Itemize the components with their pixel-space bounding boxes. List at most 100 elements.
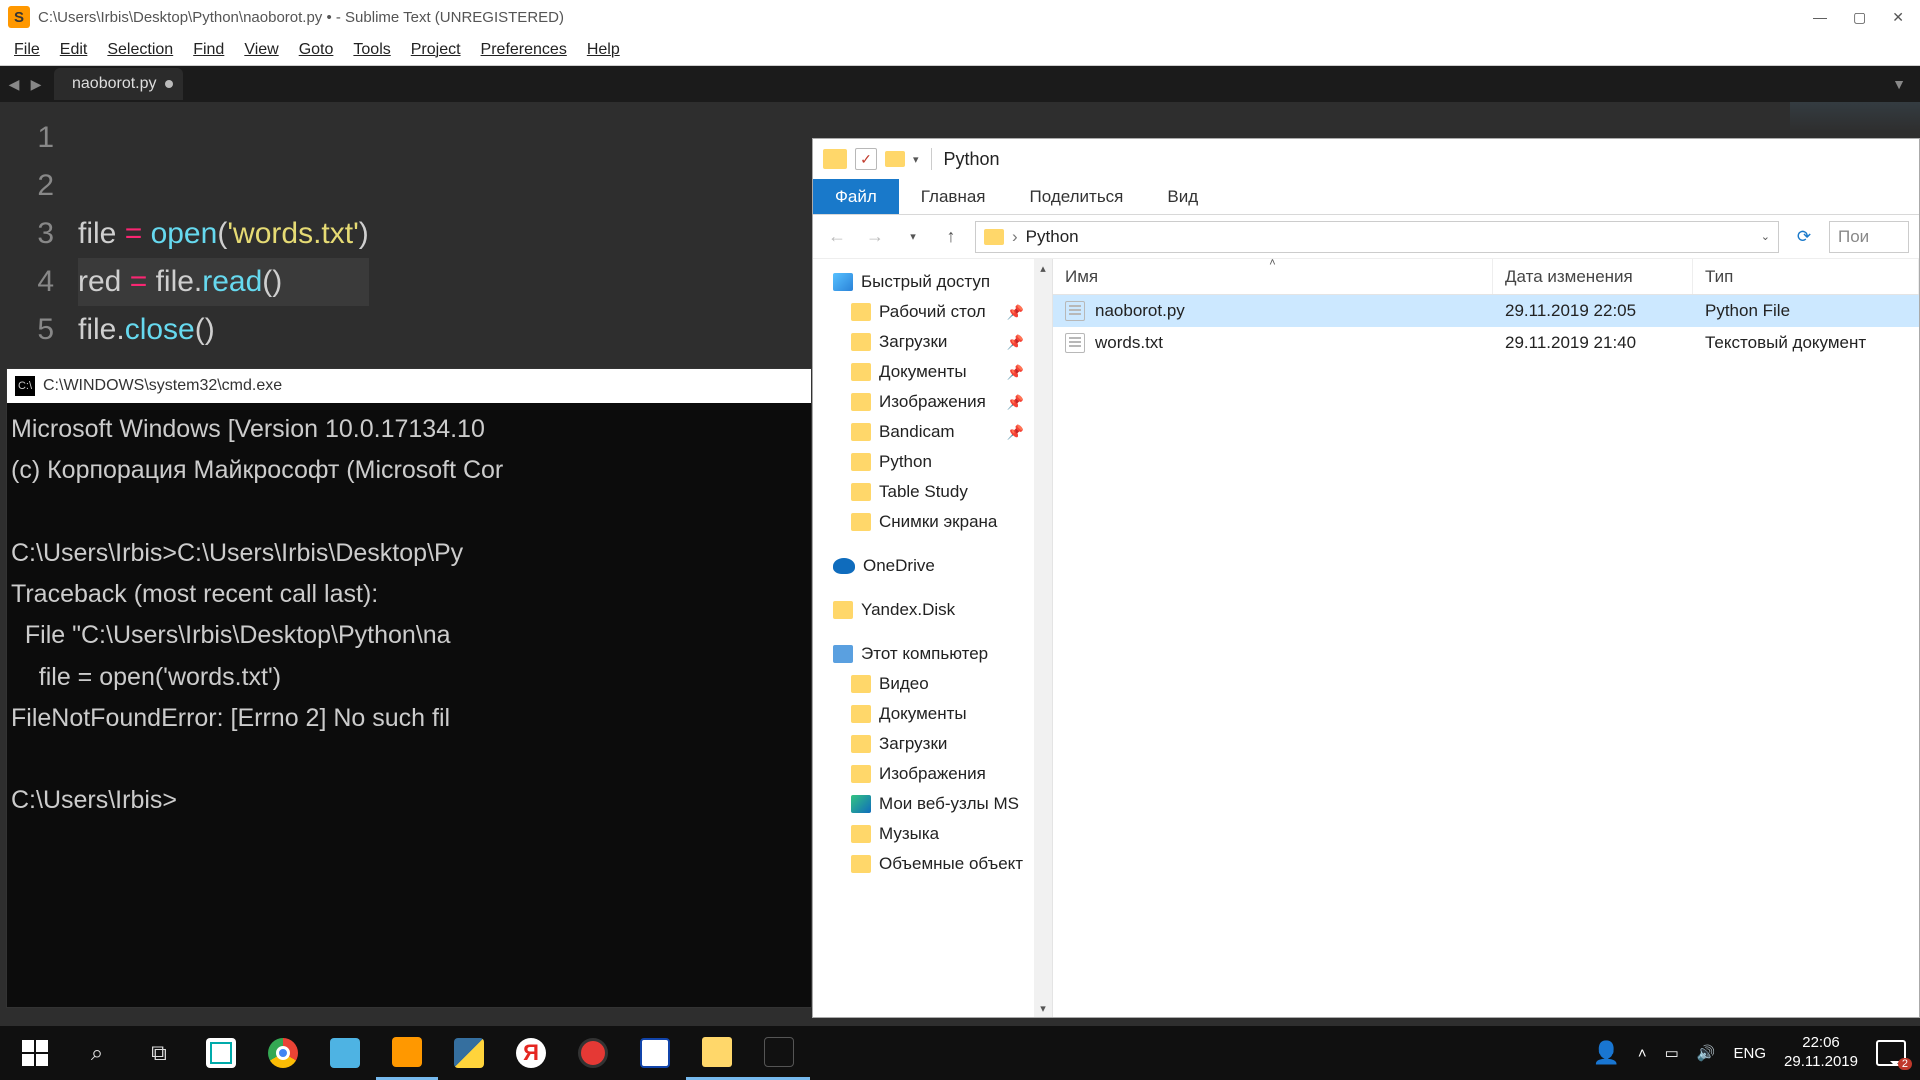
menu-file[interactable]: File	[6, 37, 48, 63]
tree-screenshots[interactable]: Снимки экрана	[813, 507, 1052, 537]
menu-preferences[interactable]: Preferences	[473, 37, 575, 63]
minimap[interactable]	[1790, 102, 1920, 132]
minimize-button[interactable]: —	[1813, 9, 1827, 26]
tree-python[interactable]: Python	[813, 447, 1052, 477]
menu-help[interactable]: Help	[579, 37, 628, 63]
nav-tree[interactable]: Быстрый доступ Рабочий стол📌 Загрузки📌 Д…	[813, 259, 1053, 1017]
menu-tools[interactable]: Tools	[345, 37, 398, 63]
sublime-titlebar[interactable]: C:\Users\Irbis\Desktop\Python\naoborot.p…	[0, 0, 1920, 34]
tree-onedrive[interactable]: OneDrive	[813, 551, 1052, 581]
folder-icon	[851, 363, 871, 381]
list-header[interactable]: ˄Имя Дата изменения Тип	[1053, 259, 1919, 295]
tray-overflow-icon[interactable]: ˄	[1638, 1045, 1647, 1062]
tree-music[interactable]: Музыка	[813, 819, 1052, 849]
start-button[interactable]	[4, 1026, 66, 1080]
tree-desktop[interactable]: Рабочий стол📌	[813, 297, 1052, 327]
task-view-button[interactable]: ⧉	[128, 1026, 190, 1080]
crumb-folder-icon	[984, 229, 1004, 245]
ribbon-tab-file[interactable]: Файл	[813, 179, 899, 214]
tree-quick-access[interactable]: Быстрый доступ	[813, 267, 1052, 297]
folder-icon	[851, 825, 871, 843]
tree-table-study[interactable]: Table Study	[813, 477, 1052, 507]
yandex-button[interactable]: Я	[500, 1026, 562, 1080]
menu-goto[interactable]: Goto	[291, 37, 342, 63]
ribbon-tab-share[interactable]: Поделиться	[1008, 179, 1146, 214]
pin-icon: 📌	[1007, 304, 1024, 321]
tree-bandicam[interactable]: Bandicam📌	[813, 417, 1052, 447]
menu-find[interactable]: Find	[185, 37, 232, 63]
tab-overflow-icon[interactable]: ▼	[1892, 76, 1916, 92]
cmd-title-text: C:\WINDOWS\system32\cmd.exe	[43, 377, 282, 395]
tree-this-pc[interactable]: Этот компьютер	[813, 639, 1052, 669]
tab-nav-fwd-icon[interactable]: ▶	[26, 74, 46, 94]
crumb-current[interactable]: Python	[1026, 227, 1079, 247]
system-tray: 👤 ˄ ▭ 🔊 ENG 22:06 29.11.2019 2	[1592, 1034, 1916, 1072]
col-type[interactable]: Тип	[1693, 259, 1919, 294]
explorer-taskbar-button[interactable]	[686, 1026, 748, 1080]
menu-selection[interactable]: Selection	[99, 37, 181, 63]
tree-pictures2[interactable]: Изображения	[813, 759, 1052, 789]
refresh-icon[interactable]: ⟳	[1789, 222, 1819, 252]
title-dropdown-icon[interactable]: ▾	[913, 153, 919, 166]
ribbon-tab-view[interactable]: Вид	[1145, 179, 1220, 214]
search-button[interactable]: ⌕	[66, 1026, 128, 1080]
sublime-taskbar-button[interactable]	[376, 1026, 438, 1080]
language-indicator[interactable]: ENG	[1734, 1045, 1767, 1062]
menu-edit[interactable]: Edit	[52, 37, 96, 63]
crumb-dropdown-icon[interactable]: ⌄	[1761, 230, 1770, 243]
folder-icon	[851, 735, 871, 753]
maximize-button[interactable]: ▢	[1853, 9, 1866, 26]
search-box[interactable]: Пои	[1829, 221, 1909, 253]
store-button[interactable]	[190, 1026, 252, 1080]
file-row[interactable]: naoborot.py 29.11.2019 22:05 Python File	[1053, 295, 1919, 327]
crumb-sep-icon[interactable]: ›	[1012, 227, 1018, 247]
tree-3d[interactable]: Объемные объект	[813, 849, 1052, 879]
cmd-icon: C:\	[15, 376, 35, 396]
nav-forward-icon[interactable]: →	[861, 223, 889, 251]
tree-scrollbar[interactable]: ▴ ▾	[1034, 259, 1052, 1017]
tab-nav-back-icon[interactable]: ◀	[4, 74, 24, 94]
menu-project[interactable]: Project	[403, 37, 469, 63]
chrome-button[interactable]	[252, 1026, 314, 1080]
quick-access-save-icon[interactable]: ✓	[855, 148, 877, 170]
tree-documents[interactable]: Документы📌	[813, 357, 1052, 387]
explorer-titlebar[interactable]: ✓ ▾ Python	[813, 139, 1919, 179]
tree-downloads2[interactable]: Загрузки	[813, 729, 1052, 759]
address-bar[interactable]: › Python ⌄	[975, 221, 1779, 253]
tree-videos[interactable]: Видео	[813, 669, 1052, 699]
cmd-window[interactable]: C:\ C:\WINDOWS\system32\cmd.exe Microsof…	[6, 368, 812, 1008]
cmd-output[interactable]: Microsoft Windows [Version 10.0.17134.10…	[7, 403, 811, 828]
battery-icon[interactable]: ▭	[1665, 1044, 1679, 1062]
sublime-menubar: File Edit Selection Find View Goto Tools…	[0, 34, 1920, 66]
record-button[interactable]	[562, 1026, 624, 1080]
volume-icon[interactable]: 🔊	[1697, 1044, 1716, 1062]
action-center-button[interactable]: 2	[1876, 1040, 1906, 1066]
nav-back-icon[interactable]: ←	[823, 223, 851, 251]
people-icon[interactable]: 👤	[1592, 1040, 1619, 1066]
app-button[interactable]	[624, 1026, 686, 1080]
scroll-down-icon[interactable]: ▾	[1034, 999, 1052, 1017]
folder-icon	[851, 303, 871, 321]
python-idle-button[interactable]	[438, 1026, 500, 1080]
close-button[interactable]: ✕	[1892, 9, 1904, 26]
notepad-button[interactable]	[314, 1026, 376, 1080]
scroll-up-icon[interactable]: ▴	[1034, 259, 1052, 277]
nav-recent-dropdown-icon[interactable]: ▾	[899, 223, 927, 251]
ribbon-tab-home[interactable]: Главная	[899, 179, 1008, 214]
folder-icon	[851, 423, 871, 441]
cmd-taskbar-button[interactable]	[748, 1026, 810, 1080]
col-name[interactable]: ˄Имя	[1053, 259, 1493, 294]
file-row[interactable]: words.txt 29.11.2019 21:40 Текстовый док…	[1053, 327, 1919, 359]
explorer-window[interactable]: ✓ ▾ Python Файл Главная Поделиться Вид ←…	[812, 138, 1920, 1018]
tree-pictures[interactable]: Изображения📌	[813, 387, 1052, 417]
tree-yandex[interactable]: Yandex.Disk	[813, 595, 1052, 625]
tree-documents2[interactable]: Документы	[813, 699, 1052, 729]
col-date[interactable]: Дата изменения	[1493, 259, 1693, 294]
clock[interactable]: 22:06 29.11.2019	[1784, 1034, 1858, 1072]
tree-downloads[interactable]: Загрузки📌	[813, 327, 1052, 357]
editor-tab[interactable]: naoborot.py	[54, 68, 183, 100]
menu-view[interactable]: View	[236, 37, 286, 63]
tree-msn[interactable]: Мои веб-узлы MS	[813, 789, 1052, 819]
nav-up-icon[interactable]: ↑	[937, 223, 965, 251]
cmd-titlebar[interactable]: C:\ C:\WINDOWS\system32\cmd.exe	[7, 369, 811, 403]
